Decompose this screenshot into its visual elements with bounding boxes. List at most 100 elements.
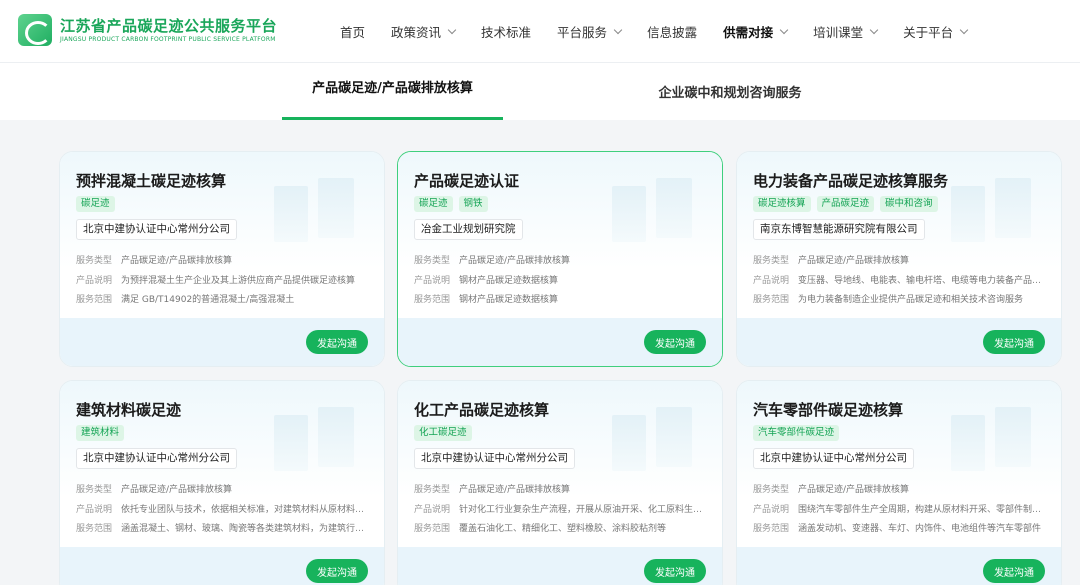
nav-about[interactable]: 关于平台 xyxy=(903,0,969,63)
info-key: 服务范围 xyxy=(414,524,451,534)
info-key: 产品说明 xyxy=(76,275,113,286)
nav-disclosure[interactable]: 信息披露 xyxy=(647,0,697,63)
provider-org: 北京中建协认证中心常州分公司 xyxy=(414,448,575,469)
nav-standards[interactable]: 技术标准 xyxy=(481,0,531,63)
card-tags: 碳足迹 钢铁 xyxy=(414,196,494,212)
nav-platform-services[interactable]: 平台服务 xyxy=(557,0,623,63)
info-key: 产品说明 xyxy=(753,504,790,515)
contact-button[interactable]: 发起沟通 xyxy=(306,330,368,354)
info-service-scope: 服务范围涵盖混凝土、钢材、玻璃、陶瓷等各类建筑材料，为建筑行业提供服务 xyxy=(76,520,370,540)
card-tag: 碳中和咨询 xyxy=(880,196,938,212)
info-key: 产品说明 xyxy=(753,275,790,286)
nav-label: 平台服务 xyxy=(557,25,608,40)
service-card[interactable]: 汽车零部件碳足迹核算 汽车零部件碳足迹 北京中建协认证中心常州分公司 服务类型产… xyxy=(736,380,1062,585)
provider-org: 北京中建协认证中心常州分公司 xyxy=(76,219,237,240)
info-value: 围绕汽车零部件生产全周期，构建从原材料开采、零部件制造到装配的核算 xyxy=(798,504,1047,515)
card-tags: 碳足迹 xyxy=(76,196,121,212)
info-product-desc: 产品说明依托专业团队与技术，依据相关标准，对建筑材料从原材料获取到生产全过程碳足… xyxy=(76,501,370,521)
tab-label: 企业碳中和规划咨询服务 xyxy=(658,86,802,101)
tab-label: 产品碳足迹/产品碳排放核算 xyxy=(312,81,473,96)
card-info: 服务类型 产品碳足迹/产品碳排放核算 产品说明 钢材产品碳足迹数据核算 服务范围 钢材… xyxy=(414,252,708,311)
card-tag: 化工碳足迹 xyxy=(414,425,472,441)
contact-button[interactable]: 发起沟通 xyxy=(644,559,706,583)
info-value: 钢材产品碳足迹数据核算 xyxy=(459,275,559,286)
main-nav: 首页 政策资讯 技术标准 平台服务 信息披露 供需对接 培训课堂 关于平台 xyxy=(340,0,993,63)
info-product-desc: 产品说明 为预拌混凝土生产企业及其上游供应商产品提供碳足迹核算 xyxy=(76,272,370,292)
tab-product-carbon-footprint[interactable]: 产品碳足迹/产品碳排放核算 xyxy=(282,63,503,120)
nav-label: 技术标准 xyxy=(481,25,532,40)
site-header: 江苏省产品碳足迹公共服务平台 JIANGSU PRODUCT CARBON FO… xyxy=(0,0,1080,63)
nav-label: 关于平台 xyxy=(903,25,954,40)
chevron-down-icon xyxy=(959,25,969,34)
provider-org: 北京中建协认证中心常州分公司 xyxy=(753,448,914,469)
info-service-scope: 服务范围 满足 GB/T14902的普通混凝土/高强混凝土 xyxy=(76,291,370,311)
service-card[interactable]: 电力装备产品碳足迹核算服务 碳足迹核算 产品碳足迹 碳中和咨询 南京东博智慧能源研究… xyxy=(736,151,1062,367)
info-service-type: 服务类型 产品碳足迹/产品碳排放核算 xyxy=(414,481,708,501)
service-card[interactable]: 建筑材料碳足迹 建筑材料 北京中建协认证中心常州分公司 服务类型 产品碳足迹/产品… xyxy=(59,380,385,585)
chevron-down-icon xyxy=(779,25,789,34)
card-tag: 产品碳足迹 xyxy=(816,196,875,212)
card-tags: 汽车零部件碳足迹 xyxy=(753,425,845,441)
building-illustration-icon xyxy=(612,403,708,473)
chevron-down-icon xyxy=(869,25,879,34)
service-tabs: 产品碳足迹/产品碳排放核算 企业碳中和规划咨询服务 xyxy=(0,63,1080,120)
info-product-desc: 产品说明 钢材产品碳足迹数据核算 xyxy=(414,272,708,292)
service-card[interactable]: 产品碳足迹认证 碳足迹 钢铁 冶金工业规划研究院 服务类型 产品碳足迹/产品碳排放核… xyxy=(397,151,723,367)
info-value: 针对化工行业复杂生产流程，开展从原油开采、化工原料生产到产品的核算 xyxy=(459,504,708,515)
card-title: 预拌混凝土碳足迹核算 xyxy=(76,172,227,190)
nav-supply-demand[interactable]: 供需对接 xyxy=(723,0,789,63)
nav-policy[interactable]: 政策资讯 xyxy=(391,0,457,63)
info-value: 依托专业团队与技术，依据相关标准，对建筑材料从原材料获取到生产全过程碳足迹核算 xyxy=(121,504,370,515)
card-tag: 碳足迹核算 xyxy=(753,196,811,212)
site-logo[interactable]: 江苏省产品碳足迹公共服务平台 JIANGSU PRODUCT CARBON FO… xyxy=(18,14,277,46)
info-key: 服务范围 xyxy=(76,295,113,305)
card-tags: 碳足迹核算 产品碳足迹 碳中和咨询 xyxy=(753,196,944,212)
info-value: 钢材产品碳足迹数据核算 xyxy=(459,295,559,305)
info-key: 服务类型 xyxy=(414,256,451,266)
info-service-type: 服务类型 产品碳足迹/产品碳排放核算 xyxy=(76,252,370,272)
chevron-down-icon xyxy=(613,25,623,34)
info-key: 服务范围 xyxy=(76,524,113,534)
contact-button[interactable]: 发起沟通 xyxy=(983,559,1045,583)
card-title: 汽车零部件碳足迹核算 xyxy=(753,401,904,419)
info-key: 服务类型 xyxy=(753,256,790,266)
card-tag: 碳足迹 xyxy=(414,196,453,212)
card-info: 服务类型 产品碳足迹/产品碳排放核算 产品说明 变压器、导地线、电能表、输电杆塔、电… xyxy=(753,252,1047,311)
card-tags: 建筑材料 xyxy=(76,425,130,441)
nav-label: 供需对接 xyxy=(723,25,774,40)
info-key: 服务范围 xyxy=(414,295,451,305)
info-value: 产品碳足迹/产品碳排放核算 xyxy=(459,256,571,266)
contact-button[interactable]: 发起沟通 xyxy=(644,330,706,354)
card-title: 电力装备产品碳足迹核算服务 xyxy=(753,172,949,190)
info-key: 产品说明 xyxy=(414,504,451,515)
nav-home[interactable]: 首页 xyxy=(340,0,365,63)
info-key: 产品说明 xyxy=(414,275,451,286)
contact-button[interactable]: 发起沟通 xyxy=(306,559,368,583)
card-tag: 钢铁 xyxy=(458,196,488,212)
info-service-type: 服务类型 产品碳足迹/产品碳排放核算 xyxy=(753,481,1047,501)
info-key: 服务类型 xyxy=(76,485,113,495)
logo-icon xyxy=(18,14,52,46)
info-key: 服务类型 xyxy=(414,485,451,495)
card-title: 产品碳足迹认证 xyxy=(414,172,520,190)
info-value: 产品碳足迹/产品碳排放核算 xyxy=(798,256,910,266)
info-value: 产品碳足迹/产品碳排放核算 xyxy=(121,256,233,266)
info-service-type: 服务类型 产品碳足迹/产品碳排放核算 xyxy=(414,252,708,272)
provider-org: 冶金工业规划研究院 xyxy=(414,219,523,240)
card-title: 化工产品碳足迹核算 xyxy=(414,401,550,419)
contact-button[interactable]: 发起沟通 xyxy=(983,330,1045,354)
nav-label: 政策资讯 xyxy=(391,25,442,40)
card-tags: 化工碳足迹 xyxy=(414,425,478,441)
nav-training[interactable]: 培训课堂 xyxy=(813,0,879,63)
info-product-desc: 产品说明变压器、导地线、电能表、输电杆塔、电缆等电力装备产品碳足迹核算 xyxy=(753,272,1047,292)
tab-enterprise-carbon-neutral[interactable]: 企业碳中和规划咨询服务 xyxy=(620,63,840,120)
card-tag: 碳足迹 xyxy=(76,196,115,212)
service-card[interactable]: 化工产品碳足迹核算 化工碳足迹 北京中建协认证中心常州分公司 服务类型 产品碳足迹… xyxy=(397,380,723,585)
service-card[interactable]: 预拌混凝土碳足迹核算 碳足迹 北京中建协认证中心常州分公司 服务类型 产品碳足迹/… xyxy=(59,151,385,367)
info-service-scope: 服务范围 为电力装备制造企业提供产品碳足迹和相关技术咨询服务 xyxy=(753,291,1047,311)
card-tag: 建筑材料 xyxy=(76,425,125,441)
building-illustration-icon xyxy=(274,403,370,473)
info-value: 产品碳足迹/产品碳排放核算 xyxy=(798,485,910,495)
info-product-desc: 产品说明围绕汽车零部件生产全周期，构建从原材料开采、零部件制造到装配的核算 xyxy=(753,501,1047,521)
info-service-scope: 服务范围 覆盖石油化工、精细化工、塑料橡胶、涂料胶粘剂等 xyxy=(414,520,708,540)
